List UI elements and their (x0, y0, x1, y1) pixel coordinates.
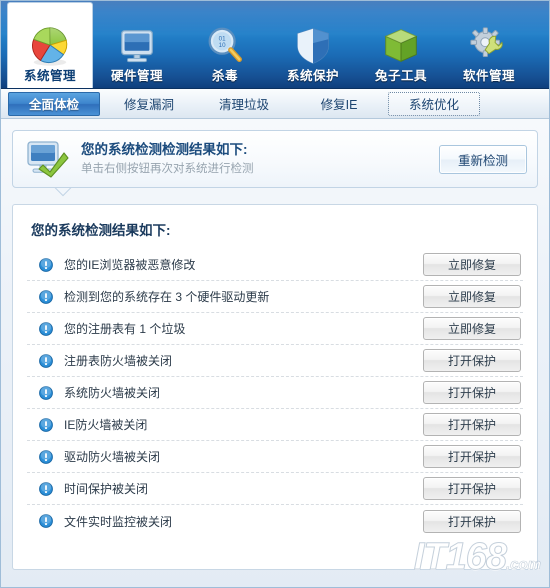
tab-label: 清理垃圾 (218, 98, 269, 112)
gear-wrench-icon (470, 27, 503, 58)
row-action-button[interactable]: 打开保护 (423, 413, 521, 436)
row-action-label: 立即修复 (447, 290, 496, 304)
toolbar-item-antivirus[interactable]: 01 10 杀毒 (181, 2, 269, 88)
main-toolbar: 系统管理 硬件管理 01 10 杀毒 系统保护 兔子工具 软件管理 (1, 1, 549, 89)
warning-icon (39, 449, 53, 464)
list-item-text: 系统防火墙被关闭 (64, 386, 161, 400)
list-item[interactable]: IE防火墙被关闭 打开保护 (27, 409, 523, 441)
row-action-label: 立即修复 (447, 322, 496, 336)
row-action-label: 立即修复 (447, 258, 496, 272)
warning-icon (39, 289, 53, 304)
toolbar-item-hardware-management[interactable]: 硬件管理 (93, 2, 181, 88)
monitor-check-icon (27, 141, 69, 178)
banner-subtitle: 单击右侧按钮再次对系统进行检测 (81, 163, 254, 175)
list-item[interactable]: 时间保护被关闭 打开保护 (27, 473, 523, 505)
tab-system-optimization[interactable]: 系统优化 (388, 91, 480, 116)
tab-label: 修复漏洞 (123, 98, 174, 112)
banner-tail (54, 188, 72, 197)
row-action-button[interactable]: 打开保护 (423, 445, 521, 468)
tab-clean-junk[interactable]: 清理垃圾 (198, 92, 290, 116)
list-item-text: 您的注册表有 1 个垃圾 (64, 322, 186, 336)
list-item[interactable]: 文件实时监控被关闭 打开保护 (27, 505, 523, 537)
banner-text-group: 您的系统检测检测结果如下: 单击右侧按钮再次对系统进行检测 (81, 141, 439, 177)
toolbar-item-system-protection[interactable]: 系统保护 (269, 2, 357, 88)
toolbar-item-label: 系统保护 (286, 69, 339, 83)
list-item-text: 注册表防火墙被关闭 (64, 354, 173, 368)
row-action-label: 打开保护 (447, 514, 496, 529)
row-action-label: 打开保护 (447, 482, 496, 496)
list-item-text: IE防火墙被关闭 (64, 418, 148, 432)
toolbar-item-rabbit-tools[interactable]: 兔子工具 (357, 2, 445, 88)
row-action-button[interactable]: 打开保护 (423, 477, 521, 500)
results-list: 您的IE浏览器被恶意修改 立即修复 检测到您的系统存在 3 个硬件驱动更新 立即… (27, 249, 523, 537)
tab-full-checkup[interactable]: 全面体检 (8, 91, 100, 116)
row-action-button[interactable]: 打开保护 (423, 381, 521, 404)
toolbar-item-label: 系统管理 (23, 69, 76, 83)
list-item-text: 您的IE浏览器被恶意修改 (64, 258, 196, 272)
list-item-text: 驱动防火墙被关闭 (64, 450, 161, 464)
pie-chart-icon (31, 27, 68, 66)
tab-repair-ie[interactable]: 修复IE (293, 92, 385, 116)
list-item[interactable]: 系统防火墙被关闭 打开保护 (27, 377, 523, 409)
results-title: 您的系统检测结果如下: (31, 223, 171, 238)
tab-label: 系统优化 (408, 98, 459, 112)
application-window: 系统管理 硬件管理 01 10 杀毒 系统保护 兔子工具 软件管理 全面体检 修… (0, 0, 550, 588)
toolbar-item-label: 硬件管理 (110, 69, 163, 83)
banner-title: 您的系统检测检测结果如下: (81, 142, 248, 157)
row-action-label: 打开保护 (447, 354, 496, 368)
row-action-button[interactable]: 立即修复 (423, 285, 521, 308)
tab-fix-vulnerabilities[interactable]: 修复漏洞 (103, 92, 195, 116)
row-action-button[interactable]: 打开保护 (423, 509, 521, 533)
monitor-icon (121, 30, 153, 63)
list-item[interactable]: 您的注册表有 1 个垃圾 立即修复 (27, 313, 523, 345)
warning-icon (39, 385, 53, 400)
shield-icon (297, 28, 329, 64)
warning-icon (39, 481, 53, 496)
warning-icon (39, 514, 53, 528)
warning-icon (39, 257, 53, 272)
list-item[interactable]: 注册表防火墙被关闭 打开保护 (27, 345, 523, 377)
row-action-button[interactable]: 立即修复 (423, 317, 521, 340)
toolbar-item-label: 杀毒 (211, 69, 238, 83)
list-item[interactable]: 检测到您的系统存在 3 个硬件驱动更新 立即修复 (27, 281, 523, 313)
warning-icon (39, 417, 53, 432)
tab-label: 修复IE (320, 98, 358, 112)
magnifier-icon: 01 10 (208, 27, 242, 63)
list-item-text: 时间保护被关闭 (64, 482, 149, 496)
list-item[interactable]: 您的IE浏览器被恶意修改 立即修复 (27, 249, 523, 281)
toolbar-item-software-management[interactable]: 软件管理 (445, 2, 533, 88)
row-action-label: 打开保护 (447, 450, 496, 464)
green-box-icon (384, 29, 418, 63)
svg-text:10: 10 (219, 42, 226, 49)
row-action-label: 打开保护 (447, 386, 496, 400)
row-action-button[interactable]: 立即修复 (423, 253, 521, 276)
list-item-text: 检测到您的系统存在 3 个硬件驱动更新 (64, 290, 270, 304)
warning-icon (39, 353, 53, 368)
tab-strip: 全面体检 修复漏洞 清理垃圾 修复IE 系统优化 (1, 89, 549, 119)
toolbar-item-label: 软件管理 (462, 69, 515, 83)
rescan-button-label: 重新检测 (457, 153, 508, 168)
list-item-text: 文件实时监控被关闭 (64, 514, 173, 529)
warning-icon (39, 321, 53, 336)
toolbar-item-system-management[interactable]: 系统管理 (7, 2, 93, 88)
status-banner-wrapper: 您的系统检测检测结果如下: 单击右侧按钮再次对系统进行检测 重新检测 (12, 130, 538, 188)
row-action-label: 打开保护 (447, 418, 496, 432)
tab-label: 全面体检 (28, 98, 79, 112)
row-action-button[interactable]: 打开保护 (423, 349, 521, 372)
results-panel: 您的系统检测结果如下: 您的IE浏览器被恶意修改 立即修复 检测到您的系统存在 … (12, 204, 538, 570)
status-banner: 您的系统检测检测结果如下: 单击右侧按钮再次对系统进行检测 重新检测 (12, 130, 538, 188)
toolbar-item-label: 兔子工具 (374, 69, 427, 83)
rescan-button[interactable]: 重新检测 (439, 144, 527, 174)
list-item[interactable]: 驱动防火墙被关闭 打开保护 (27, 441, 523, 473)
